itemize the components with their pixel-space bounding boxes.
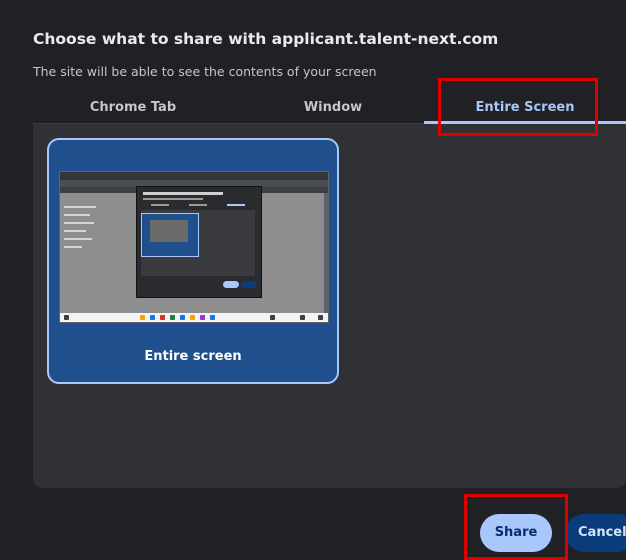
screen-list-panel: Entire screen <box>33 124 626 488</box>
share-button[interactable]: Share <box>480 514 552 552</box>
tab-window[interactable]: Window <box>233 92 433 123</box>
screen-option-label: Entire screen <box>144 349 242 364</box>
dialog-title: Choose what to share with applicant.tale… <box>33 30 499 48</box>
tab-chrome-tab[interactable]: Chrome Tab <box>33 92 233 123</box>
screen-thumbnail <box>59 171 329 323</box>
screen-option-entire-screen[interactable]: Entire screen <box>47 138 339 384</box>
screen-share-dialog: Choose what to share with applicant.tale… <box>0 0 626 560</box>
tab-entire-screen[interactable]: Entire Screen <box>424 92 626 123</box>
dialog-subtitle: The site will be able to see the content… <box>33 64 377 79</box>
source-tabs: Chrome Tab Window Entire Screen <box>33 92 626 124</box>
cancel-button[interactable]: Cancel <box>565 514 626 552</box>
